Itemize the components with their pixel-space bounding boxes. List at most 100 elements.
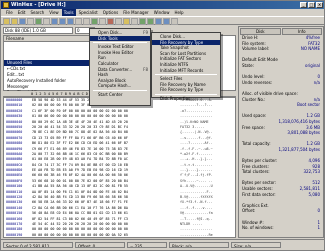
hash-icon[interactable] <box>131 18 138 25</box>
properties-icon[interactable] <box>35 18 42 25</box>
menu-item[interactable]: Initialize MFT Records <box>152 68 220 74</box>
menu-item-shortcut: F9 <box>143 30 148 35</box>
menu-item-label: Start Center <box>98 91 123 97</box>
window-title: WinHex - [Drive H:] <box>11 2 66 8</box>
info-value: NO NAME <box>300 46 320 52</box>
back-arrow-icon[interactable] <box>139 18 146 25</box>
menu-item[interactable]: Start Center <box>90 92 150 98</box>
forward-arrow-icon[interactable] <box>147 18 154 25</box>
menu-item[interactable]: File Recovery by Type <box>152 87 220 93</box>
menu-search[interactable]: Search <box>28 9 46 16</box>
menu-item[interactable]: Disk Properties <box>152 96 220 102</box>
goto-sector-icon[interactable] <box>99 18 106 25</box>
hex-offset: 00000190 <box>6 232 23 237</box>
copy-icon[interactable] <box>59 18 66 25</box>
first-sector-icon[interactable] <box>155 18 162 25</box>
info-row: No. of windows: 1 <box>240 225 322 231</box>
hex-bytes[interactable]: 00 00 00 00 00 00 00 00 00 00 00 00 0D 0… <box>32 233 180 237</box>
menu-item-label: File Recovery by Type <box>160 87 204 93</box>
minimize-button[interactable]: _ <box>300 2 307 8</box>
info-key: Free space: <box>242 124 265 130</box>
info-value: 0 <box>317 208 320 214</box>
menu-separator <box>93 42 147 44</box>
new-file-icon[interactable] <box>3 18 10 25</box>
info-key: State: <box>242 62 254 68</box>
menu-item[interactable]: Compute Hash... <box>90 83 150 89</box>
calculator-icon[interactable] <box>123 18 130 25</box>
cut-icon[interactable] <box>51 18 58 25</box>
info-tabs: Disk Info <box>240 28 322 35</box>
print-icon[interactable] <box>27 18 34 25</box>
disk-tools-submenu: Clone Disk... File Recovery by Type Take S… <box>151 32 221 101</box>
info-key: First data sector: <box>242 191 276 197</box>
file-list-pane: Filename Unused Files ←CDs.txt Edit...tx… <box>3 35 94 95</box>
info-key: Cluster No.: <box>242 96 266 102</box>
info-value: 1,321,877,504 bytes <box>278 146 320 152</box>
info-value: 322,753 <box>303 169 320 175</box>
find-icon[interactable] <box>75 18 82 25</box>
menu-separator <box>155 93 217 95</box>
status-sector: Sector 0 of 2,581,811 <box>3 242 73 248</box>
status-size: Size: n/a <box>231 242 281 248</box>
winhex-window: WinHex - [Drive H:] _ □ × File Edit Sear… <box>0 0 325 251</box>
menu-options[interactable]: Options <box>101 9 120 16</box>
info-key: Offset: <box>242 208 256 214</box>
info-key: Total capacity: <box>242 141 271 147</box>
status-value: = 235 <box>127 242 167 248</box>
menu-item-label: Disk Tools <box>98 35 118 41</box>
menu-tools[interactable]: Tools <box>61 9 76 16</box>
maximize-button[interactable]: □ <box>308 2 315 8</box>
open-folder-icon[interactable] <box>11 18 18 25</box>
info-value: n/a <box>313 79 320 85</box>
help-icon[interactable] <box>171 18 178 25</box>
info-key: Used space: <box>242 113 267 119</box>
close-button[interactable]: × <box>316 2 323 8</box>
info-key: Undo reverses: <box>242 79 273 85</box>
disk-path-field[interactable]: Disk 88 (IDE) 1.0 GB <box>3 26 73 34</box>
menu-bar: File Edit Search View Tools Specialist O… <box>1 9 324 16</box>
title-bar[interactable]: WinHex - [Drive H:] _ □ × <box>1 1 324 9</box>
tools-menu-dropdown: Open Disk... F9 Disk Tools Invoke Text Edit… <box>89 28 151 106</box>
status-bar: Sector 0 of 2,581,811 Offset: 0 = 235 Bl… <box>1 239 324 250</box>
toolbar <box>1 16 324 25</box>
menu-help[interactable]: Help <box>172 9 185 16</box>
info-value: Boot sector <box>297 102 320 108</box>
menu-item-label: Disk Properties <box>160 95 191 101</box>
info-value: 3,801,088 bytes <box>287 130 320 136</box>
menu-separator <box>155 74 217 76</box>
paste-icon[interactable] <box>67 18 74 25</box>
info-panel: Disk Info Drive H: 4%free File system: FAT3… <box>238 26 324 238</box>
menu-item-label: Initialize MFT Records <box>160 67 204 73</box>
menu-window[interactable]: Window <box>152 9 172 16</box>
info-value: 1 <box>317 225 320 231</box>
undo-icon[interactable] <box>43 18 50 25</box>
info-key: No. of windows: <box>242 225 274 231</box>
goto-offset-icon[interactable] <box>91 18 98 25</box>
replace-icon[interactable] <box>83 18 90 25</box>
info-value: 5,080 <box>308 191 320 197</box>
last-sector-icon[interactable] <box>163 18 170 25</box>
info-value: original <box>305 62 320 68</box>
info-key: Total clusters: <box>242 169 270 175</box>
ram-icon[interactable] <box>115 18 122 25</box>
info-key: Volume label: <box>242 46 270 52</box>
menu-view[interactable]: View <box>47 9 61 16</box>
hex-editor[interactable]: 00000000 EB 58 90 4D 53 44 4F 53 35 2E 30… <box>3 97 236 238</box>
tab-disk[interactable]: Disk <box>240 28 281 35</box>
menu-item[interactable]: Disk Tools <box>90 35 150 42</box>
menu-file[interactable]: File <box>4 9 15 16</box>
menu-edit[interactable]: Edit <box>16 9 28 16</box>
menu-item-shortcut: F8 <box>143 66 148 72</box>
hex-text[interactable]: ..............Re <box>180 233 213 237</box>
menu-separator <box>93 89 147 91</box>
menu-file-manager[interactable]: File Manager <box>121 9 151 16</box>
save-icon[interactable] <box>19 18 26 25</box>
tab-info[interactable]: Info <box>281 28 322 35</box>
hex-row[interactable]: 00000190 00 00 00 00 00 00 00 00 00 00 00… <box>4 232 235 237</box>
disk-icon[interactable] <box>107 18 114 25</box>
status-offset: Offset: 0 <box>75 242 125 248</box>
menu-item-label: Compute Hash... <box>98 83 132 89</box>
info-list: Drive H: 4%free File system: FAT32 Volume la… <box>240 35 322 231</box>
menu-specialist[interactable]: Specialist <box>77 9 100 16</box>
app-icon <box>3 2 9 8</box>
